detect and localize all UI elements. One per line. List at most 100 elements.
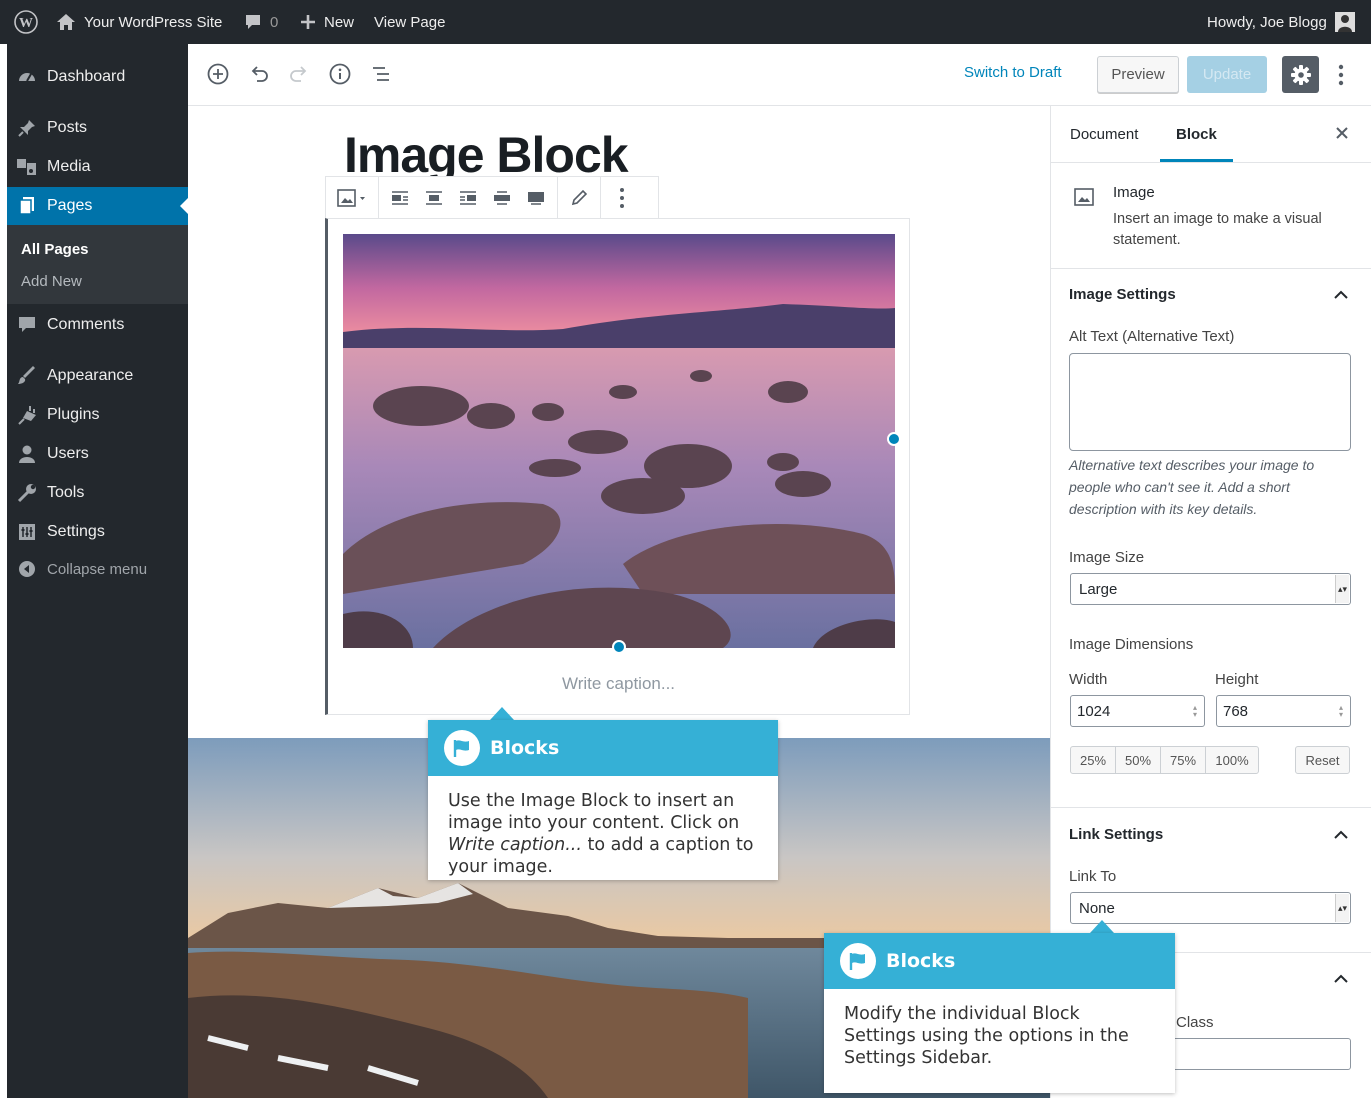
paintbrush-icon: [7, 366, 47, 386]
close-sidebar-button[interactable]: [1333, 124, 1351, 146]
width-input[interactable]: 1024 ▴ ▾: [1070, 695, 1205, 727]
menu-label-settings: Settings: [47, 523, 105, 540]
avatar: [1334, 12, 1355, 32]
menu-item-comments[interactable]: Comments: [7, 306, 188, 344]
site-name-link[interactable]: Your WordPress Site: [56, 0, 222, 44]
width-label: Width: [1069, 671, 1108, 688]
caption-placeholder[interactable]: Write caption...: [328, 674, 909, 694]
percent-25-button[interactable]: 25%: [1071, 747, 1116, 773]
menu-item-pages[interactable]: Pages: [7, 187, 188, 225]
image-settings-panel-title[interactable]: Image Settings: [1069, 286, 1176, 303]
select-arrow-icon: ▴▾: [1335, 575, 1349, 603]
spinner-icon: ▴ ▾: [1338, 703, 1343, 719]
menu-item-posts[interactable]: Posts: [7, 109, 188, 147]
menu-label-pages: Pages: [47, 197, 93, 214]
edit-image-button[interactable]: [564, 183, 594, 213]
image-size-label: Image Size: [1069, 549, 1145, 566]
flag-icon: [840, 943, 876, 979]
percent-100-button[interactable]: 100%: [1206, 747, 1258, 773]
block-card-title: Image: [1113, 184, 1155, 201]
view-page-link[interactable]: View Page: [374, 0, 445, 44]
additional-class-label: Class: [1176, 1014, 1214, 1031]
block-switcher-button[interactable]: [332, 183, 372, 213]
alt-text-label: Alt Text (Alternative Text): [1069, 328, 1235, 345]
menu-label-tools: Tools: [47, 484, 85, 501]
lake-rocks-image[interactable]: [343, 234, 895, 648]
more-menu-button[interactable]: [1331, 61, 1351, 89]
menu-item-appearance[interactable]: Appearance: [7, 357, 188, 395]
submenu-all-pages[interactable]: All Pages: [21, 241, 89, 258]
link-settings-panel-title[interactable]: Link Settings: [1069, 826, 1163, 843]
tab-document[interactable]: Document: [1070, 126, 1138, 143]
resize-handle-bottom[interactable]: [612, 640, 626, 654]
close-icon: [1336, 127, 1348, 139]
submenu-add-new[interactable]: Add New: [21, 273, 82, 290]
account-menu[interactable]: Howdy, Joe Blogg: [1207, 0, 1355, 44]
block-navigation-button[interactable]: [368, 61, 394, 87]
menu-item-tools[interactable]: Tools: [7, 474, 188, 512]
wrench-icon: [7, 483, 47, 503]
align-center-button[interactable]: [419, 183, 449, 213]
callout-body: Modify the individual Block Settings usi…: [844, 1004, 1129, 1068]
pages-icon: [7, 196, 47, 216]
redo-button[interactable]: [286, 61, 312, 87]
menu-label-posts: Posts: [47, 119, 88, 136]
reset-dimensions-button[interactable]: Reset: [1295, 746, 1350, 774]
full-width-icon: [528, 191, 544, 205]
menu-item-dashboard[interactable]: Dashboard: [7, 58, 188, 96]
more-options-group: [601, 177, 643, 218]
callout-header: Blocks: [824, 933, 1175, 989]
comments-link[interactable]: 0: [244, 0, 278, 44]
align-center-icon: [426, 190, 442, 205]
menu-item-settings[interactable]: Settings: [7, 513, 188, 551]
wide-width-button[interactable]: [487, 183, 517, 213]
greeting-label: Howdy, Joe Blogg: [1207, 13, 1327, 31]
pushpin-icon: [7, 118, 47, 138]
switch-to-draft-button[interactable]: Switch to Draft: [964, 64, 1062, 81]
add-block-button[interactable]: [205, 61, 231, 87]
update-button[interactable]: Update: [1187, 56, 1267, 93]
alignment-group: [379, 177, 558, 218]
undo-button[interactable]: [246, 61, 272, 87]
content-info-button[interactable]: [327, 61, 353, 87]
align-left-icon: [392, 190, 408, 205]
collapse-menu-button[interactable]: Collapse menu: [7, 550, 188, 588]
resize-handle-right[interactable]: [887, 432, 901, 446]
menu-item-media[interactable]: Media: [7, 148, 188, 186]
sidebar-tabs: Document Block: [1051, 106, 1371, 163]
preview-button[interactable]: Preview: [1097, 56, 1179, 93]
wide-width-icon: [494, 190, 510, 205]
view-page-label: View Page: [374, 13, 446, 31]
full-width-button[interactable]: [521, 183, 551, 213]
chevron-up-icon[interactable]: [1332, 288, 1350, 302]
admin-menu: Dashboard Posts Media Pages All Pages Ad…: [7, 44, 188, 1098]
info-icon: [329, 63, 351, 85]
divider: [1051, 268, 1371, 269]
menu-label-appearance: Appearance: [47, 367, 134, 384]
pages-submenu: All Pages Add New: [7, 225, 188, 304]
menu-item-plugins[interactable]: Plugins: [7, 396, 188, 434]
edit-group: [558, 177, 601, 218]
undo-icon: [251, 66, 268, 82]
align-left-button[interactable]: [385, 183, 415, 213]
svg-text:W: W: [19, 16, 33, 31]
block-more-options-button[interactable]: [607, 183, 637, 213]
image-size-select[interactable]: Large ▴▾: [1070, 573, 1351, 605]
wordpress-logo-icon[interactable]: W: [14, 0, 38, 44]
percent-75-button[interactable]: 75%: [1161, 747, 1206, 773]
chevron-up-icon[interactable]: [1332, 972, 1350, 986]
site-name-label: Your WordPress Site: [84, 13, 223, 31]
callout-title: Blocks: [490, 737, 560, 759]
divider: [1051, 807, 1371, 808]
align-right-button[interactable]: [453, 183, 483, 213]
settings-toggle-button[interactable]: [1282, 56, 1319, 93]
tab-block[interactable]: Block: [1176, 126, 1217, 143]
menu-item-users[interactable]: Users: [7, 435, 188, 473]
chevron-up-icon[interactable]: [1332, 828, 1350, 842]
menu-label-plugins: Plugins: [47, 406, 100, 423]
image-block[interactable]: Write caption...: [325, 218, 910, 715]
percent-50-button[interactable]: 50%: [1116, 747, 1161, 773]
alt-text-input[interactable]: [1069, 353, 1351, 451]
new-content-link[interactable]: New: [300, 0, 354, 44]
height-input[interactable]: 768 ▴ ▾: [1216, 695, 1351, 727]
